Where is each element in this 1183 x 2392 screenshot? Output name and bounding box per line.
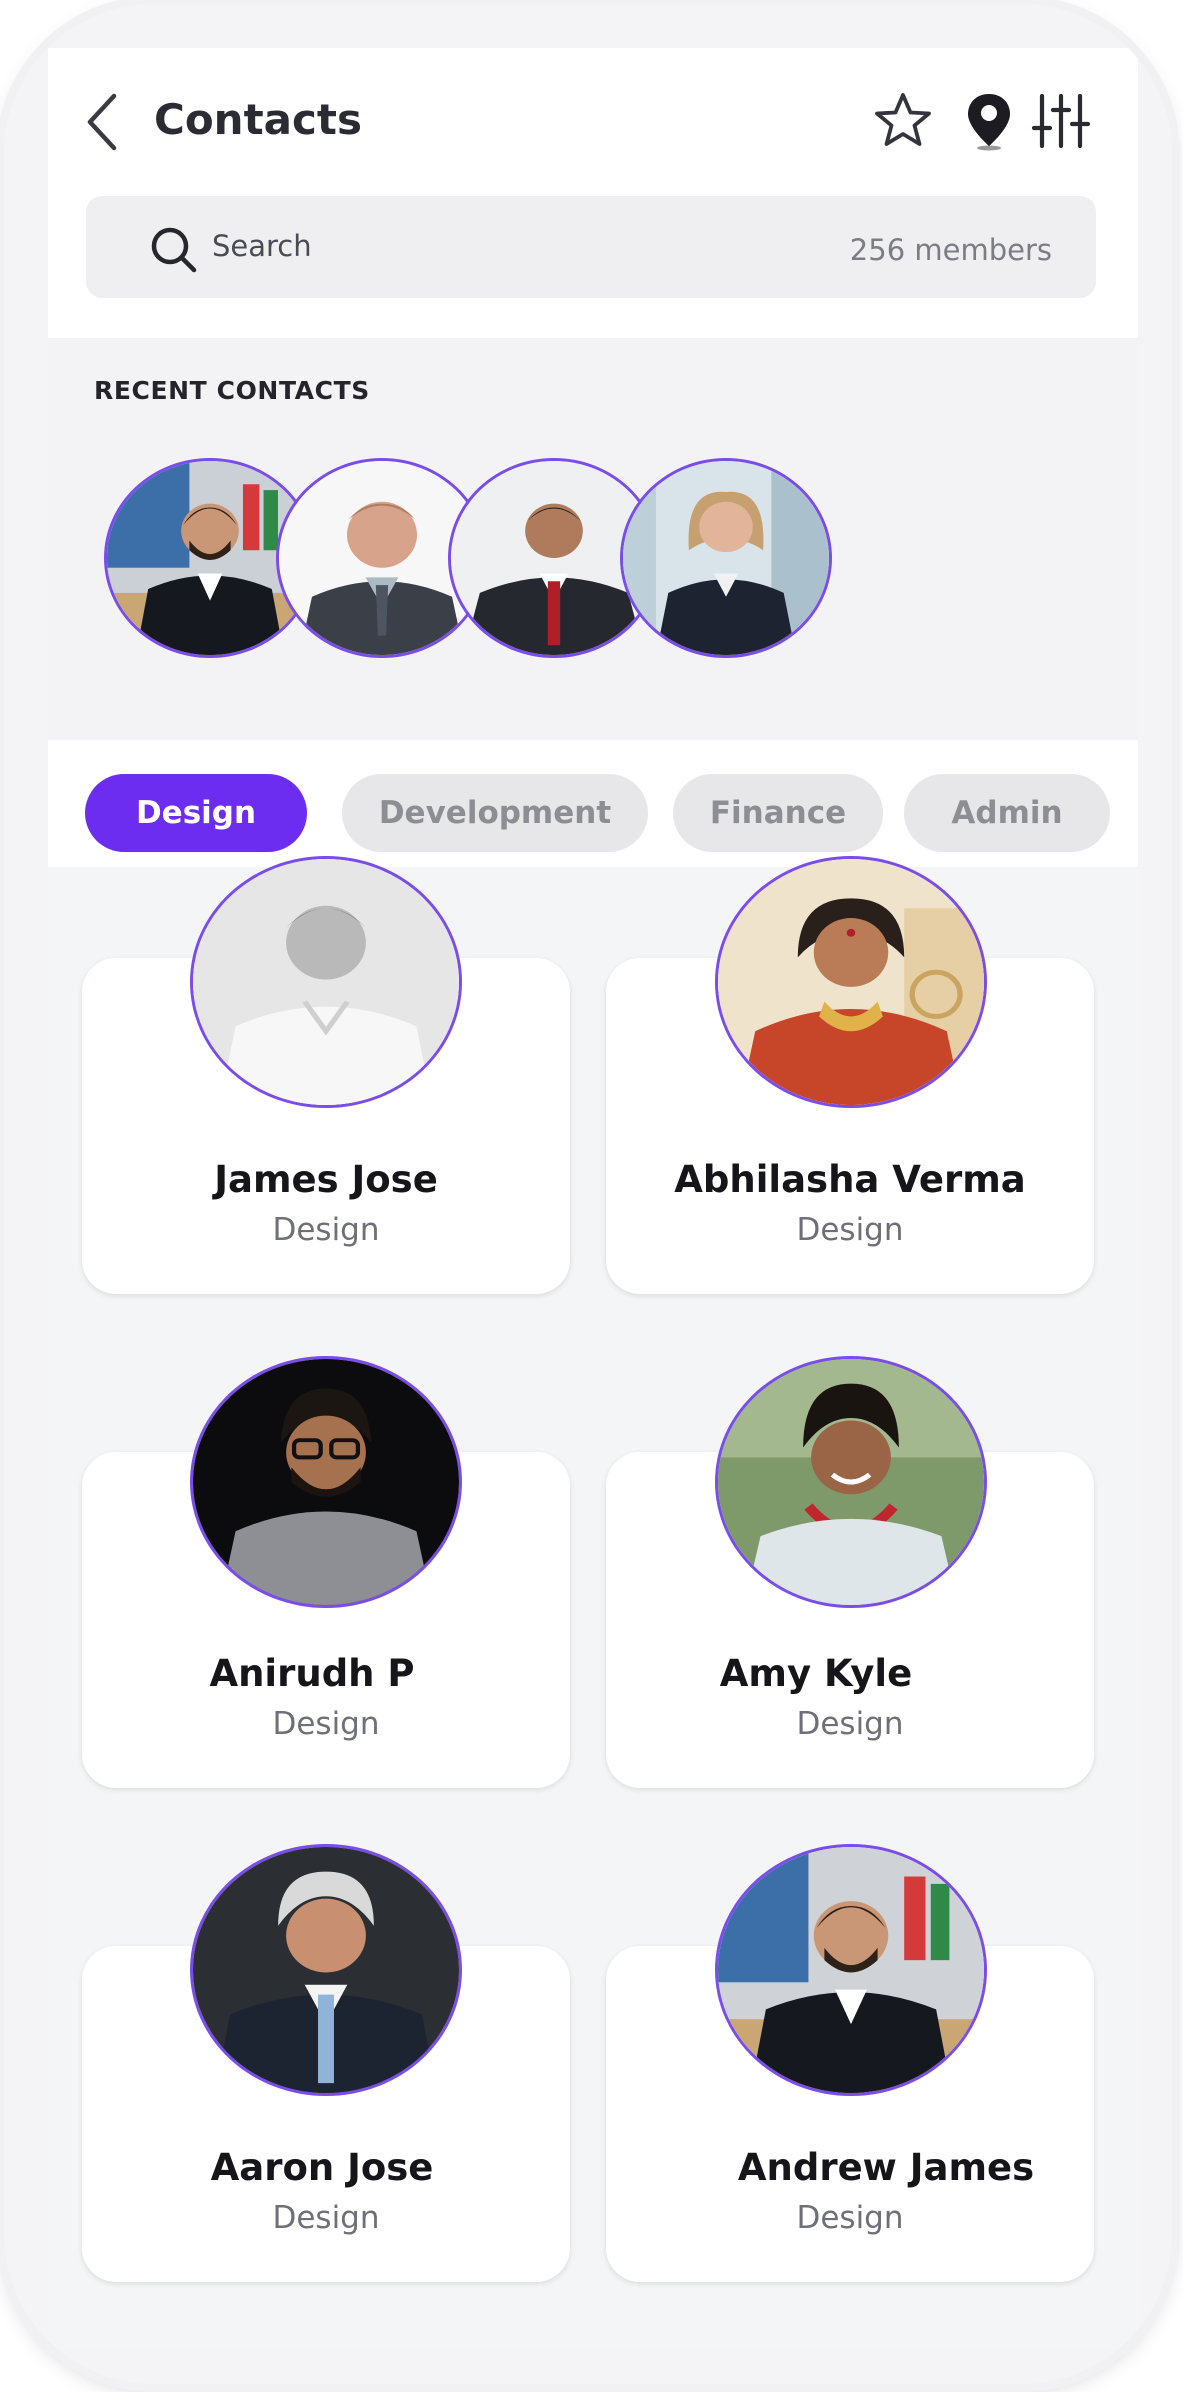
avatar-photo (718, 1847, 984, 2093)
contact-department: Design (796, 1706, 904, 1742)
favorites-button[interactable] (872, 90, 934, 152)
tab-finance[interactable]: Finance (673, 774, 883, 852)
page-title: Contacts (154, 95, 362, 144)
recent-contact-avatar[interactable] (620, 458, 832, 658)
header: Contacts Search 256 members (48, 48, 1138, 338)
contact-name: Anirudh P (209, 1652, 415, 1695)
phone-frame: Contacts Search 256 members RECENT CONTA… (4, 4, 1172, 2384)
tab-development[interactable]: Development (342, 774, 648, 852)
category-tabs: Design Development Finance Admin (48, 740, 1138, 867)
contact-name: Aaron Jose (210, 2146, 434, 2189)
search-icon (151, 227, 197, 273)
contact-avatar (715, 1844, 987, 2096)
contact-department: Design (272, 1212, 380, 1248)
avatar-photo (718, 859, 984, 1105)
star-icon (875, 93, 931, 146)
contact-name: Abhilasha Verma (674, 1158, 1026, 1201)
contact-department: Design (796, 2200, 904, 2236)
contact-department: Design (272, 1706, 380, 1742)
avatar-photo (718, 1359, 984, 1605)
contact-avatar (190, 1356, 462, 1608)
filter-sliders-icon (1031, 93, 1091, 149)
contact-avatar (715, 856, 987, 1108)
recent-contacts-section: RECENT CONTACTS (48, 338, 1138, 740)
avatar (623, 461, 829, 655)
search-placeholder: Search (212, 229, 312, 263)
contact-avatar (190, 856, 462, 1108)
location-button[interactable] (958, 90, 1020, 152)
tab-design[interactable]: Design (85, 774, 307, 852)
back-button[interactable] (78, 86, 128, 158)
contact-department: Design (796, 1212, 904, 1248)
back-chevron-icon (87, 93, 117, 151)
avatar-photo (193, 1359, 459, 1605)
contact-name: James Jose (214, 1158, 438, 1201)
tab-admin[interactable]: Admin (904, 774, 1110, 852)
contact-name: Andrew James (737, 2146, 1035, 2189)
location-pin-icon (968, 94, 1010, 151)
search-input[interactable]: Search 256 members (86, 196, 1096, 298)
member-count: 256 members (849, 233, 1052, 267)
app-screen: Contacts Search 256 members RECENT CONTA… (48, 48, 1138, 2348)
section-title: RECENT CONTACTS (94, 376, 370, 405)
contact-department: Design (272, 2200, 380, 2236)
filter-button[interactable] (1030, 90, 1092, 152)
contact-avatar (190, 1844, 462, 2096)
contact-avatar (715, 1356, 987, 1608)
avatar-photo (193, 859, 459, 1105)
avatar-photo (193, 1847, 459, 2093)
contact-name: Amy Kyle (719, 1652, 913, 1695)
